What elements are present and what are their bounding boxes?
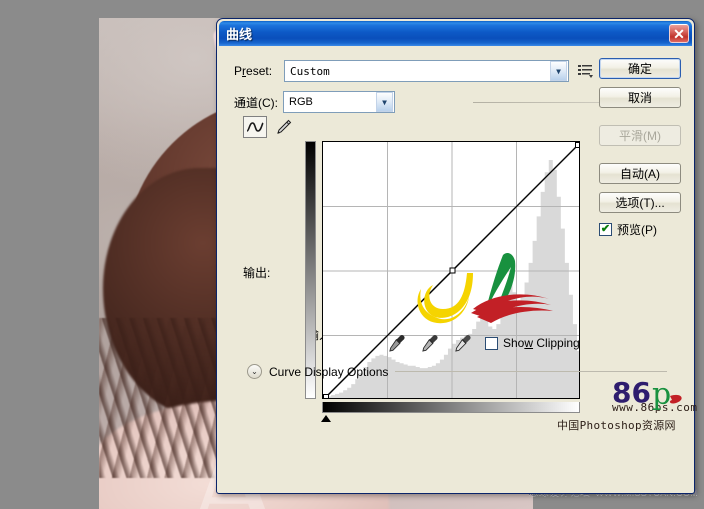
button-spacer <box>599 116 681 125</box>
close-icon[interactable]: ✕ <box>669 24 689 43</box>
curve-control-point[interactable] <box>575 142 581 148</box>
auto-button[interactable]: 自动(A) <box>599 163 681 184</box>
button-spacer-2 <box>599 154 681 163</box>
cancel-button[interactable]: 取消 <box>599 87 681 108</box>
channel-select[interactable]: RGB ▼ <box>283 91 395 113</box>
output-gradient-bar <box>305 141 316 399</box>
ok-button[interactable]: 确定 <box>599 58 681 79</box>
curve-plot-area[interactable] <box>322 141 580 399</box>
curve-tool-icon[interactable] <box>243 116 267 138</box>
svg-text:86: 86 <box>612 376 651 409</box>
curve-display-options-label: Curve Display Options <box>269 364 389 379</box>
preset-row: Preset: Custom ▼ <box>234 60 594 82</box>
site-logo-tagline: 中国Photoshop资源网 <box>557 419 676 432</box>
channel-label: 通道(C): <box>234 95 278 110</box>
gray-point-eyedropper[interactable] <box>422 334 439 352</box>
channel-row: 通道(C): RGB ▼ <box>234 91 395 113</box>
dialog-button-column: 确定 取消 平滑(M) 自动(A) 选项(T)... ✔ 预览(P) <box>599 58 681 238</box>
curve-display-options-row[interactable]: ⌄ Curve Display Options <box>247 364 667 379</box>
curve-control-point[interactable] <box>449 267 456 274</box>
dialog-body: Preset: Custom ▼ 通道(C): RGB ▼ 输出: 输入: ww… <box>217 46 697 495</box>
dialog-titlebar[interactable]: 曲线 ✕ <box>219 21 692 46</box>
black-point-eyedropper[interactable] <box>389 334 406 352</box>
curve-display-options-rule <box>395 371 667 372</box>
chevron-down-icon[interactable]: ▼ <box>550 61 567 81</box>
channel-value: RGB <box>289 96 313 108</box>
dialog-title: 曲线 <box>226 27 253 42</box>
options-button[interactable]: 选项(T)... <box>599 192 681 213</box>
white-point-eyedropper[interactable] <box>455 334 472 352</box>
show-clipping-label: Show Clipping <box>503 336 580 350</box>
show-clipping-row[interactable]: Show Clipping <box>485 336 580 350</box>
curve-control-point[interactable] <box>323 394 329 400</box>
preview-label: 预览(P) <box>617 223 657 237</box>
show-clipping-checkbox[interactable] <box>485 336 498 350</box>
preview-row[interactable]: ✔ 预览(P) <box>599 221 681 238</box>
preview-checkbox[interactable]: ✔ <box>599 223 612 236</box>
output-axis-label: 输出: <box>243 266 271 280</box>
eyedropper-group <box>389 334 472 352</box>
smooth-button: 平滑(M) <box>599 125 681 146</box>
preset-select[interactable]: Custom ▼ <box>284 60 569 82</box>
curve-tools <box>243 116 295 138</box>
chevron-down-icon[interactable]: ▼ <box>376 92 393 112</box>
site-logo-brand: 86 p <box>612 376 682 410</box>
input-black-point-marker[interactable] <box>321 415 331 422</box>
preset-menu-icon[interactable] <box>578 63 594 79</box>
curves-dialog: 曲线 ✕ Preset: Custom ▼ 通道(C): RGB ▼ 输出: 输… <box>216 18 697 495</box>
preset-label: Preset: <box>234 64 273 78</box>
preset-value: Custom <box>290 64 330 78</box>
svg-text:p: p <box>652 377 671 410</box>
pencil-tool-icon[interactable] <box>271 116 295 138</box>
curve-svg <box>323 142 581 400</box>
input-gradient-bar <box>322 402 580 413</box>
chevron-double-down-icon[interactable]: ⌄ <box>247 364 262 379</box>
